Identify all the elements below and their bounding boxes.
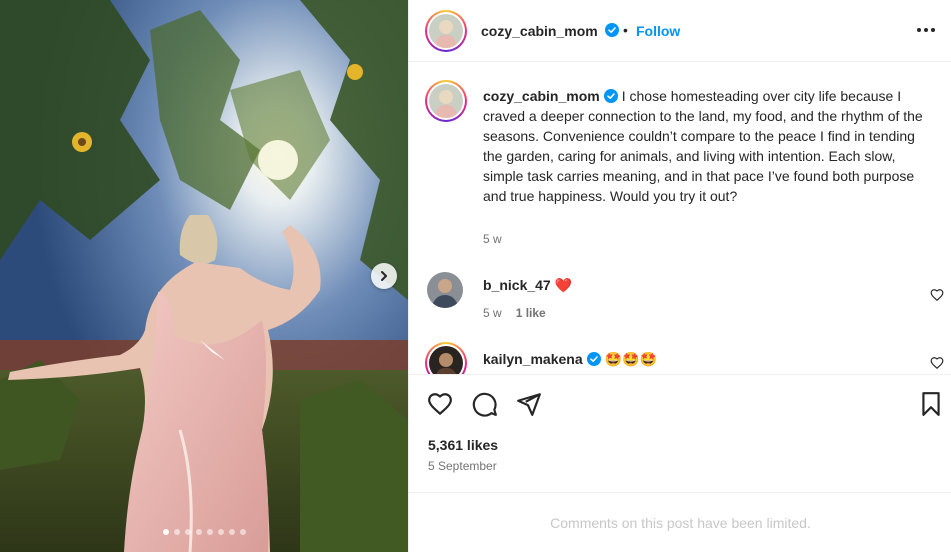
caption-timestamp[interactable]: 5 w [483,232,502,246]
carousel-indicator [0,529,408,535]
more-options-icon[interactable] [914,20,938,40]
verified-badge-icon [603,89,618,103]
bookmark-icon[interactable] [918,391,944,417]
post-caption: cozy_cabin_mom I chose homesteading over … [483,86,933,206]
comment-meta: 5 w 1 like [483,306,546,320]
carousel-dot [195,529,202,535]
post-media[interactable] [0,0,408,552]
caption-avatar[interactable] [425,80,467,122]
next-slide-button[interactable] [371,263,397,289]
post-details-panel: cozy_cabin_mom • Follow cozy_cabin_mom I … [408,0,951,552]
comment-username[interactable]: b_nick_47 ❤️ [483,277,572,294]
post-photo [0,0,408,552]
commenter-avatar[interactable] [425,342,467,374]
caption-text: I chose homesteading over city life beca… [483,88,923,204]
comments-section: cozy_cabin_mom I chose homesteading over … [409,62,951,374]
share-icon[interactable] [516,391,542,417]
comment-text: 🤩🤩🤩 [604,351,657,367]
chevron-right-icon [381,271,387,281]
comment-item: kailyn_makena 🤩🤩🤩 [409,342,951,374]
separator-dot: • [623,22,628,38]
carousel-dot [206,529,213,535]
heart-icon[interactable] [930,356,944,370]
carousel-dot [217,529,224,535]
comments-limited-notice: Comments on this post have been limited. [409,492,951,552]
likes-count[interactable]: 5,361 likes [428,437,498,453]
follow-button[interactable]: Follow [636,23,680,39]
heart-icon[interactable] [427,391,453,417]
comment-like-count[interactable]: 1 like [516,306,546,320]
author-username[interactable]: cozy_cabin_mom [481,23,598,39]
heart-icon[interactable] [930,288,944,302]
caption-username[interactable]: cozy_cabin_mom [483,88,600,104]
verified-badge-icon [601,22,619,40]
comment-icon[interactable] [472,391,498,417]
post-actions: 5,361 likes 5 September [409,374,951,492]
carousel-dot [228,529,235,535]
post-header: cozy_cabin_mom • Follow [409,0,951,62]
comment-username[interactable]: kailyn_makena 🤩🤩🤩 [483,351,657,368]
carousel-dot [239,529,246,535]
verified-badge-icon [586,352,601,366]
comment-text: ❤️ [554,277,573,293]
post-date[interactable]: 5 September [428,459,497,473]
commenter-avatar[interactable] [427,272,463,308]
carousel-dot [173,529,180,535]
carousel-dot [184,529,191,535]
comment-item: b_nick_47 ❤️ 5 w 1 like [409,268,951,328]
carousel-dot [162,529,169,535]
author-avatar[interactable] [425,10,467,52]
comment-timestamp[interactable]: 5 w [483,306,502,320]
